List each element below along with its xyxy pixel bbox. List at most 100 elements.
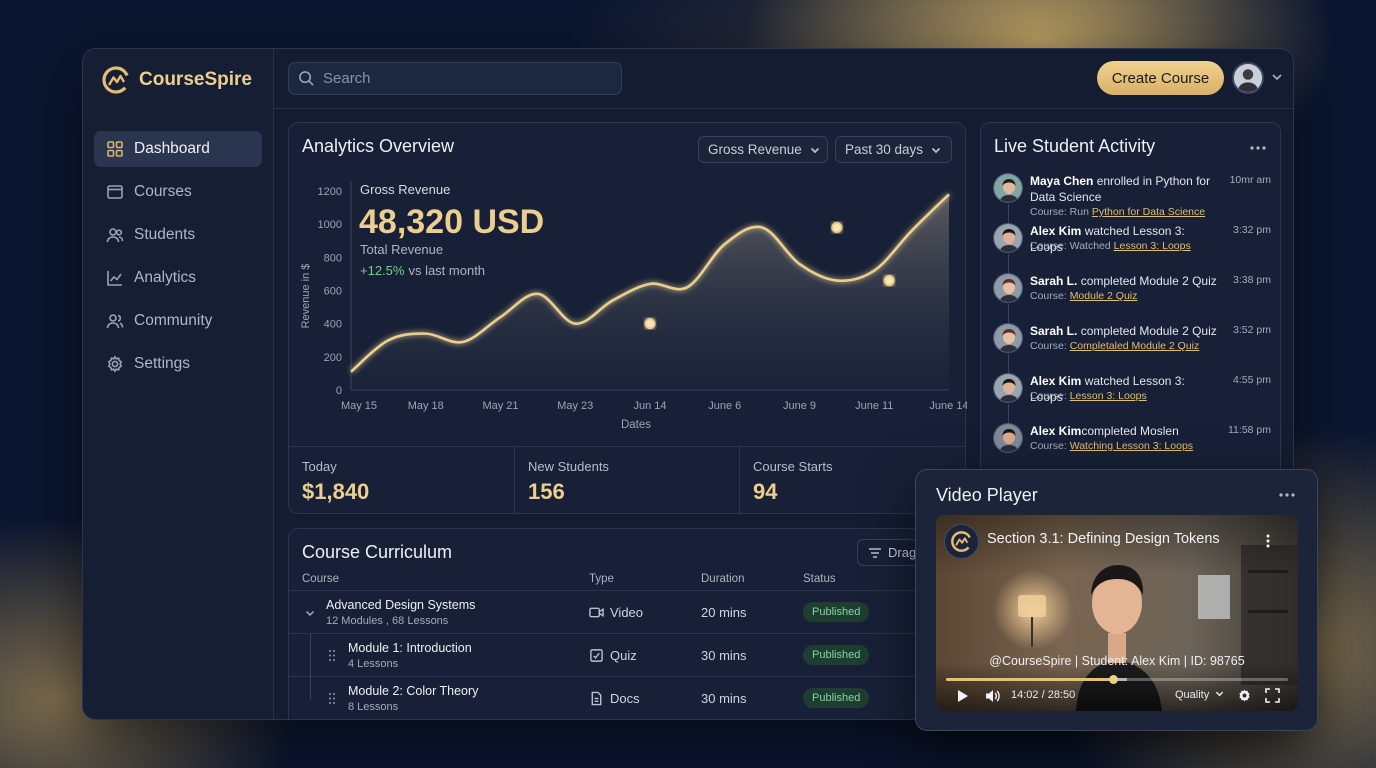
table-row[interactable]: Module 2: Color Theory 8 Lessons Docs 30… (289, 676, 965, 719)
channel-avatar[interactable] (944, 524, 979, 559)
video-frame[interactable]: Section 3.1: Defining Design Tokens @Cou… (936, 515, 1298, 711)
chevron-down-icon[interactable] (305, 608, 315, 618)
activity-time: 3:38 pm (1233, 274, 1271, 286)
tree-line (310, 634, 311, 677)
student-name: Maya Chen (1030, 174, 1094, 188)
course-type-label: Docs (610, 691, 640, 706)
activity-course-link[interactable]: Watching Lesson 3: Loops (1070, 440, 1193, 452)
student-name: Sarah L. (1030, 274, 1078, 288)
activity-course: Course: Watched Lesson 3: Loops (1030, 240, 1191, 252)
drag-handle-icon[interactable] (328, 692, 336, 705)
activity-course-link[interactable]: Module 2 Quiz (1070, 290, 1138, 302)
video-progress-knob[interactable] (1109, 675, 1119, 684)
user-avatar[interactable] (1232, 62, 1264, 94)
x-tick-label: May 15 (341, 400, 377, 412)
stat-label: Today (302, 459, 337, 474)
volume-icon[interactable] (984, 688, 1000, 704)
students-icon (106, 228, 124, 243)
activity-action: completed Module 2 Quiz (1077, 324, 1217, 338)
coursespire-logo-icon (102, 66, 130, 94)
activity-action: completed Module 2 Quiz (1077, 274, 1217, 288)
activity-item[interactable]: Alex Kim watched Lesson 3: Loops Course: … (993, 223, 1271, 267)
student-avatar[interactable] (993, 323, 1023, 353)
coursespire-logo-icon (951, 531, 972, 552)
overlay-sub: Total Revenue (360, 242, 443, 257)
sidebar-item-label: Courses (134, 183, 192, 200)
settings-gear-icon[interactable] (1237, 688, 1252, 703)
timeline-connector (1008, 204, 1009, 223)
activity-item[interactable]: Sarah L. completed Module 2 Quiz Course: … (993, 323, 1271, 367)
play-icon[interactable] (957, 689, 969, 703)
sidebar-item-community[interactable]: Community (94, 303, 262, 339)
quality-selector[interactable]: Quality (1175, 689, 1224, 701)
kebab-menu-icon[interactable] (1265, 533, 1271, 549)
fullscreen-icon[interactable] (1265, 688, 1280, 703)
activity-time: 11:58 pm (1228, 424, 1271, 436)
activity-item[interactable]: Alex Kim watched Lesson 3: Loops Course: … (993, 373, 1271, 417)
student-avatar[interactable] (993, 423, 1023, 453)
activity-course-link[interactable]: Python for Data Science (1092, 206, 1205, 218)
activity-panel: Live Student Activity Maya Chen enrolled… (980, 122, 1281, 482)
chart-highlight-point[interactable] (644, 318, 656, 330)
chart-highlight-point[interactable] (831, 221, 843, 233)
activity-item[interactable]: Maya Chen enrolled in Python for Data Sc… (993, 173, 1271, 218)
quiz-icon (590, 649, 603, 662)
y-tick-label: 1200 (318, 186, 342, 198)
sidebar-item-analytics[interactable]: Analytics (94, 260, 262, 296)
module-name: Module 1: Introduction (348, 641, 472, 655)
sidebar-item-settings[interactable]: Settings (94, 346, 262, 382)
range-dropdown[interactable]: Past 30 days (835, 136, 952, 163)
course-duration: 20 mins (701, 605, 747, 620)
metric-dropdown[interactable]: Gross Revenue (698, 136, 828, 163)
course-duration: 30 mins (701, 648, 747, 663)
revenue-chart: 0 200 400 600 800 1000 1200 May 15 May 18 May 21… (300, 181, 967, 431)
video-progress-bar[interactable] (946, 675, 1288, 684)
user-avatar-icon (1234, 64, 1262, 92)
table-row[interactable]: Advanced Design Systems 12 Modules , 68 … (289, 590, 965, 633)
activity-item[interactable]: Alex Kimcompleted Moslen Course: Watching… (993, 423, 1271, 467)
module-name: Module 2: Color Theory (348, 684, 479, 698)
y-tick-label: 200 (324, 352, 342, 364)
drag-handle-icon[interactable] (328, 649, 336, 662)
search-box[interactable] (288, 62, 622, 95)
activity-time: 3:32 pm (1233, 224, 1271, 236)
sidebar-item-dashboard[interactable]: Dashboard (94, 131, 262, 167)
activity-time: 4:55 pm (1233, 374, 1271, 386)
activity-item[interactable]: Sarah L. completed Module 2 Quiz Course: … (993, 273, 1271, 317)
activity-course: Course: Run Python for Data Science (1030, 206, 1205, 218)
panel-title: Analytics Overview (302, 136, 455, 156)
table-row[interactable]: Module 1: Introduction 4 Lessons Quiz 30… (289, 633, 965, 677)
y-tick-label: 600 (324, 286, 342, 298)
x-axis-label: Dates (621, 419, 651, 431)
student-avatar[interactable] (993, 273, 1023, 303)
more-icon[interactable] (1249, 145, 1267, 151)
sidebar-item-courses[interactable]: Courses (94, 174, 262, 210)
create-course-button[interactable]: Create Course (1097, 61, 1224, 95)
student-avatar[interactable] (993, 173, 1023, 203)
chevron-down-icon[interactable] (1271, 71, 1283, 83)
stat-new-students: New Students 156 (514, 447, 739, 515)
more-icon[interactable] (1278, 492, 1296, 498)
sidebar-item-students[interactable]: Students (94, 217, 262, 253)
x-tick-label: May 21 (482, 400, 518, 412)
brand[interactable]: CourseSpire (101, 63, 252, 97)
column-header-type: Type (589, 573, 614, 585)
x-tick-label: June 6 (708, 400, 741, 412)
activity-course-link[interactable]: Lesson 3: Loops (1114, 240, 1191, 252)
tree-line (310, 677, 311, 699)
stats-row: Today $1,840 New Students 156 Course Sta… (289, 446, 965, 515)
chart-highlight-point[interactable] (883, 275, 895, 287)
timeline-connector (1008, 304, 1009, 323)
analytics-icon (107, 271, 122, 286)
panel-title: Course Curriculum (302, 542, 453, 562)
metric-dropdown-value: Gross Revenue (708, 142, 802, 157)
stat-value: $1,840 (302, 479, 370, 504)
student-avatar[interactable] (993, 373, 1023, 403)
y-axis-label: Revenue in $ (300, 264, 312, 329)
search-input[interactable] (323, 70, 603, 87)
column-header-duration: Duration (701, 573, 745, 585)
activity-course-link[interactable]: Completaled Module 2 Quiz (1070, 340, 1200, 352)
video-time: 14:02 / 28:50 (1011, 689, 1076, 701)
student-avatar[interactable] (993, 223, 1023, 253)
activity-course-link[interactable]: Lesson 3: Loops (1070, 390, 1147, 402)
